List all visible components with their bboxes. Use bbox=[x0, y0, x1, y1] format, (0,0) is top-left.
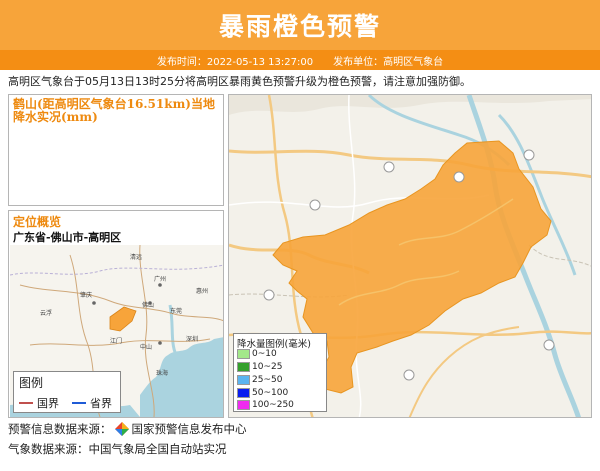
rainfall-title: 鹤山(距高明区气象台16.51km)当地降水实况(mm) bbox=[13, 97, 215, 124]
publish-time: 发布时间：2022-05-13 13:27:00 bbox=[156, 56, 314, 68]
warning-source-value: 国家预警信息发布中心 bbox=[131, 422, 247, 436]
rainfall-legend-item: 50~100 bbox=[237, 388, 288, 398]
weather-source: 气象数据来源：中国气象局全国自动站实况 bbox=[8, 442, 227, 456]
map-city-label: 深圳 bbox=[186, 335, 198, 343]
map-city-label: 肇庆 bbox=[80, 291, 92, 299]
rainfall-legend-title: 降水量图例(毫米) bbox=[237, 339, 311, 350]
map-city-label: 东莞 bbox=[170, 307, 182, 315]
warning-source-line: 预警信息数据来源： 国家预警信息发布中心 bbox=[8, 421, 247, 437]
map-city-label: 佛山 bbox=[142, 301, 154, 309]
map-city-label: 云浮 bbox=[40, 309, 52, 317]
map-city-label: 中山 bbox=[140, 343, 152, 351]
location-path: 广东省-佛山市-高明区 bbox=[13, 231, 122, 244]
color-swatch-icon bbox=[237, 388, 250, 398]
color-swatch-icon bbox=[237, 375, 250, 385]
national-border-line-icon bbox=[19, 402, 33, 404]
warning-intro: 高明区气象台于05月13日13时25分将高明区暴雨黄色预警升级为橙色预警，请注意… bbox=[8, 75, 471, 88]
rainfall-panel: 鹤山(距高明区气象台16.51km)当地降水实况(mm) bbox=[8, 94, 224, 206]
location-title: 定位概览 bbox=[13, 215, 62, 229]
rainfall-legend-item: 25~50 bbox=[237, 375, 282, 385]
publisher: 发布单位：高明区气象台 bbox=[333, 56, 444, 68]
rainfall-legend-item: 10~25 bbox=[237, 362, 282, 372]
warning-center-logo-icon bbox=[114, 422, 129, 436]
color-swatch-icon bbox=[237, 400, 250, 410]
rainfall-legend-item: 0~10 bbox=[237, 349, 277, 359]
map-city-label: 广州 bbox=[154, 275, 166, 283]
warning-title: 暴雨橙色预警 bbox=[218, 12, 381, 41]
rainfall-legend: 降水量图例(毫米) 0~10 10~25 25~50 50~100 100~25… bbox=[233, 333, 327, 412]
province-border-line-icon bbox=[72, 402, 86, 404]
legend-item-national-border: 国界 bbox=[19, 395, 59, 411]
rainfall-legend-item: 100~250 bbox=[237, 400, 294, 410]
warning-source-label: 预警信息数据来源： bbox=[8, 422, 112, 436]
map-city-label: 珠海 bbox=[156, 369, 168, 377]
map-city-label: 惠州 bbox=[196, 287, 208, 295]
map-legend: 图例 国界 省界 bbox=[13, 371, 121, 413]
warning-banner: 暴雨橙色预警 bbox=[0, 0, 600, 50]
legend-title: 图例 bbox=[19, 376, 44, 390]
color-swatch-icon bbox=[237, 349, 250, 359]
weather-source-line: 气象数据来源：中国气象局全国自动站实况 bbox=[8, 441, 227, 457]
map-city-label: 江门 bbox=[110, 337, 122, 345]
meta-bar: 发布时间：2022-05-13 13:27:00 发布单位：高明区气象台 bbox=[0, 50, 600, 70]
map-city-label: 清远 bbox=[130, 253, 142, 261]
legend-item-province-border: 省界 bbox=[72, 395, 112, 411]
color-swatch-icon bbox=[237, 362, 250, 372]
